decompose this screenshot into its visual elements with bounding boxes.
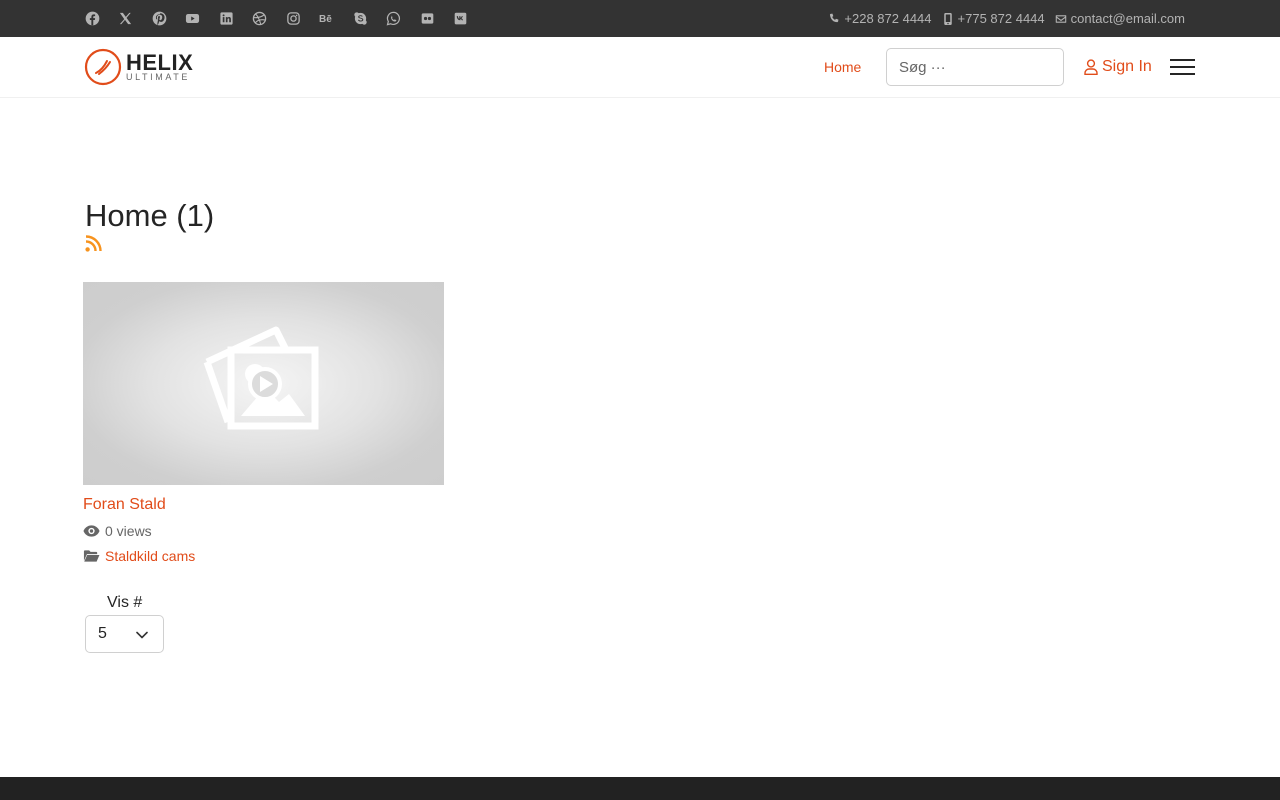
- mobile-link[interactable]: +775 872 4444: [942, 11, 1045, 26]
- video-placeholder-icon: [203, 326, 319, 430]
- video-thumbnail[interactable]: [83, 282, 444, 485]
- whatsapp-icon[interactable]: [386, 10, 402, 26]
- email-address: contact@email.com: [1070, 11, 1185, 26]
- contact-info: +228 872 4444 +775 872 4444 contact@emai…: [818, 11, 1185, 26]
- envelope-icon: [1055, 14, 1066, 23]
- x-twitter-icon[interactable]: [118, 10, 134, 26]
- phone-link[interactable]: +228 872 4444: [828, 11, 932, 26]
- top-bar: Bē +228 872 4444 +775 872 4444 contact@e…: [0, 0, 1280, 37]
- video-views: 0 views: [83, 523, 152, 539]
- youtube-icon[interactable]: [185, 10, 201, 26]
- helix-logo-icon: [84, 48, 122, 86]
- email-link[interactable]: contact@email.com: [1055, 11, 1185, 26]
- sign-in-link[interactable]: Sign In: [1084, 58, 1152, 76]
- site-header: HELIX ULTIMATE Home Sign In: [0, 37, 1280, 98]
- facebook-icon[interactable]: [84, 10, 100, 26]
- views-count: 0 views: [105, 523, 152, 539]
- mobile-number: +775 872 4444: [957, 11, 1045, 26]
- logo-main-text: HELIX: [126, 50, 194, 75]
- folder-open-icon: [83, 550, 100, 562]
- logo-text: HELIX ULTIMATE: [126, 52, 193, 82]
- logo-sub-text: ULTIMATE: [126, 72, 190, 82]
- site-footer: [0, 777, 1280, 800]
- video-category: Staldkild cams: [83, 548, 195, 564]
- category-link[interactable]: Staldkild cams: [105, 548, 195, 564]
- chevron-down-icon: [136, 631, 148, 639]
- nav-item-home[interactable]: Home: [824, 59, 861, 75]
- limit-select-value: 5: [98, 625, 107, 642]
- svg-text:Bē: Bē: [319, 14, 332, 25]
- linkedin-icon[interactable]: [218, 10, 234, 26]
- site-logo[interactable]: HELIX ULTIMATE: [84, 48, 204, 86]
- phone-icon: [830, 13, 839, 22]
- social-links: Bē: [84, 9, 486, 27]
- instagram-icon[interactable]: [285, 10, 301, 26]
- rss-feed-icon[interactable]: [85, 235, 102, 252]
- skype-icon[interactable]: [352, 10, 368, 26]
- vk-icon[interactable]: [453, 10, 469, 26]
- limit-select[interactable]: 5: [85, 615, 164, 653]
- pinterest-icon[interactable]: [151, 10, 167, 26]
- search-input[interactable]: [886, 48, 1064, 86]
- behance-icon[interactable]: Bē: [319, 10, 335, 26]
- video-title-link[interactable]: Foran Stald: [83, 496, 166, 514]
- limit-label: Vis #: [107, 594, 143, 611]
- eye-icon: [83, 525, 100, 537]
- menu-toggle-icon[interactable]: [1170, 59, 1195, 75]
- mobile-icon: [943, 12, 952, 25]
- dribbble-icon[interactable]: [252, 10, 268, 26]
- page-title: Home (1): [85, 198, 215, 233]
- flickr-icon[interactable]: [419, 10, 435, 26]
- user-icon: [1084, 59, 1098, 75]
- phone-number: +228 872 4444: [844, 11, 932, 26]
- sign-in-label: Sign In: [1102, 58, 1152, 75]
